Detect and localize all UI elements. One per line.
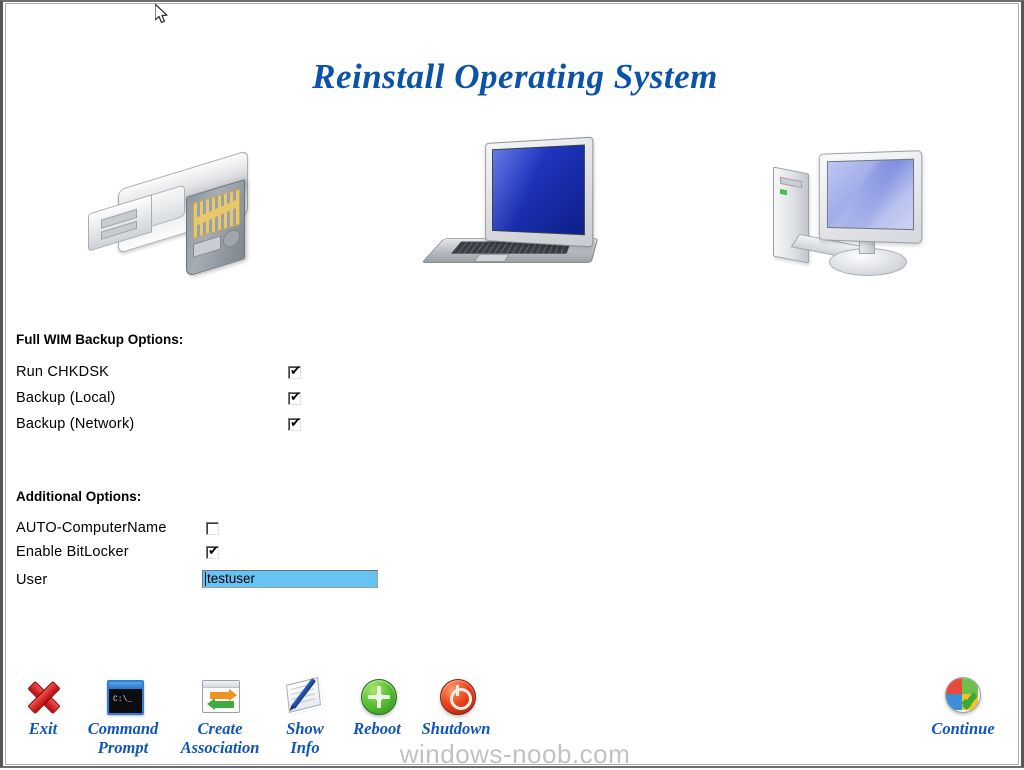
checkbox-auto-computername[interactable]	[206, 522, 219, 535]
continue-windows-orb-check-icon	[942, 675, 984, 717]
checkbox-enable-bitlocker[interactable]: ✔	[206, 544, 219, 559]
continue-button[interactable]: Continue	[908, 675, 1018, 738]
memory-card	[186, 178, 245, 278]
pc-tower-drive-slot	[780, 176, 802, 189]
command-prompt-label-line1: Command	[87, 719, 159, 738]
create-association-icon	[199, 675, 241, 717]
shutdown-orb-shape	[440, 679, 476, 715]
continue-label: Continue	[931, 719, 995, 738]
user-input-value: testuser	[207, 571, 256, 586]
console-prompt-text: C:\_	[113, 695, 133, 704]
checkbox-backup-network[interactable]: ✔	[288, 416, 301, 431]
red-x-icon	[22, 675, 64, 717]
wim-options-heading: Full WIM Backup Options:	[16, 332, 184, 347]
additional-options-heading: Additional Options:	[16, 489, 142, 504]
usb-flash-drive-memory-card-icon	[88, 150, 273, 282]
checkmark-icon: ✔	[290, 390, 301, 405]
pc-tower-power-led	[780, 188, 787, 196]
checkmark-icon: ✔	[290, 416, 301, 431]
checkmark-icon: ✔	[290, 364, 301, 379]
checkmark-icon: ✔	[208, 544, 219, 559]
pc-screen	[826, 158, 915, 231]
association-window-shape	[202, 680, 240, 713]
option-label-backup-network: Backup (Network)	[16, 416, 135, 432]
shutdown-red-power-icon	[435, 675, 477, 717]
user-input[interactable]: testuser	[202, 570, 378, 588]
show-info-notepad-icon	[284, 675, 326, 717]
reboot-green-icon	[356, 675, 398, 717]
console-window-shape: C:\_	[107, 680, 144, 715]
cursor-arrow-svg	[154, 3, 168, 24]
option-label-user: User	[16, 572, 48, 588]
power-ring	[450, 688, 472, 710]
pc-monitor	[818, 150, 923, 244]
console-titlebar	[109, 682, 142, 689]
page-title: Reinstall Operating System	[312, 57, 718, 96]
shutdown-button[interactable]: Shutdown	[401, 675, 511, 738]
green-checkmark-icon	[960, 691, 982, 713]
option-label-run-chkdsk: Run CHKDSK	[16, 364, 110, 380]
option-label-backup-local: Backup (Local)	[16, 390, 116, 406]
memory-card-label-strip	[193, 235, 221, 258]
checkbox-backup-local[interactable]: ✔	[288, 390, 301, 405]
window-inner-border	[5, 3, 1019, 765]
watermark-text: windows-noob.com	[399, 739, 631, 769]
text-caret	[205, 572, 206, 586]
laptop-screen	[492, 144, 585, 236]
reboot-orb-shape	[361, 679, 397, 715]
association-titlebar	[203, 681, 239, 688]
checkbox-run-chkdsk[interactable]: ✔	[288, 364, 301, 379]
green-arrow-icon	[207, 698, 234, 710]
mouse-pointer-icon	[154, 3, 171, 26]
laptop-trackpad	[473, 254, 510, 262]
laptop-computer-icon	[421, 136, 599, 275]
option-label-enable-bitlocker: Enable BitLocker	[16, 544, 129, 560]
desktop-computer-icon	[763, 144, 938, 279]
reinstall-os-window: Reinstall Operating System Full WIM Back…	[0, 0, 1024, 769]
power-bar	[456, 685, 459, 696]
option-label-auto-computername: AUTO-ComputerName	[16, 520, 167, 536]
command-prompt-icon: C:\_	[102, 675, 144, 717]
laptop-lid	[485, 136, 594, 248]
shutdown-label: Shutdown	[421, 719, 491, 738]
memory-card-circle	[223, 227, 240, 250]
red-x-shape	[25, 679, 61, 715]
